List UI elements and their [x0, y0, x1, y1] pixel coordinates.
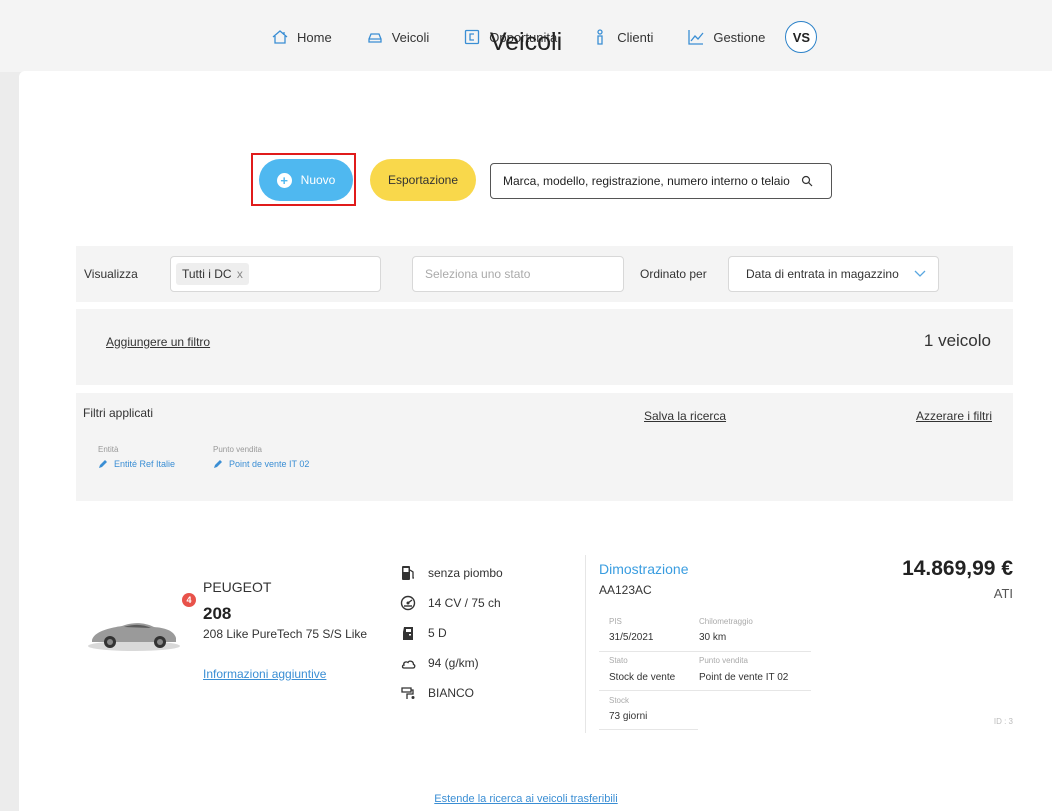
vehicle-id: ID : 3 [993, 717, 1013, 726]
detail-divider [599, 729, 698, 730]
spec-emissions-text: 94 (g/km) [428, 656, 479, 670]
view-chip: Tutti i DC x [176, 263, 249, 285]
detail-divider [599, 690, 811, 691]
add-filter-bar: Aggiungere un filtro 1 veicolo [76, 309, 1013, 385]
extend-search-link[interactable]: Estende la ricerca ai veicoli trasferibi… [0, 793, 1052, 805]
stock-value: 73 giorni [609, 711, 648, 722]
applied-filter-value[interactable]: Entité Ref Italie [98, 459, 175, 469]
sort-value: Data di entrata in magazzino [746, 267, 899, 281]
applied-filter-key: Entità [98, 445, 119, 454]
save-search-link[interactable]: Salva la ricerca [644, 409, 726, 423]
spec-emissions: 94 (g/km) [398, 655, 479, 671]
spec-doors-text: 5 D [428, 626, 447, 640]
applied-filter-key: Punto vendita [213, 445, 262, 454]
photo-count-badge: 4 [182, 593, 196, 607]
filter-bar: Visualizza Tutti i DC x Seleziona uno st… [76, 246, 1013, 302]
stato-label: Stato [609, 656, 628, 665]
spec-color: BIANCO [398, 685, 474, 701]
view-label: Visualizza [84, 267, 138, 281]
cloud-icon [398, 655, 418, 671]
spec-doors: 5 D [398, 625, 447, 641]
more-info-link[interactable]: Informazioni aggiuntive [203, 667, 326, 681]
vehicle-status: Dimostrazione [599, 561, 689, 577]
card-divider [585, 555, 586, 733]
stock-label: Stock [609, 696, 630, 705]
chevron-down-icon [914, 267, 926, 281]
pis-label: PIS [609, 617, 622, 626]
export-button[interactable]: Esportazione [370, 159, 476, 201]
vehicle-model[interactable]: 208 [203, 604, 231, 624]
search-input[interactable]: Marca, modello, registrazione, numero in… [490, 163, 832, 199]
chip-remove-icon[interactable]: x [237, 267, 243, 281]
applied-filter-value-text: Point de vente IT 02 [229, 459, 310, 469]
result-count: 1 veicolo [923, 331, 991, 350]
door-icon [398, 625, 418, 641]
paint-icon [398, 685, 418, 701]
spec-fuel: senza piombo [398, 565, 503, 581]
applied-filter-point-of-sale: Punto vendita Point de vente IT 02 [213, 445, 309, 469]
vehicle-brand: PEUGEOT [203, 579, 272, 595]
mileage-label: Chilometraggio [699, 617, 753, 626]
add-filter-link[interactable]: Aggiungere un filtro [106, 335, 210, 349]
engine-icon [398, 595, 418, 611]
applied-filters-title: Filtri applicati [83, 406, 154, 420]
applied-filter-value-text: Entité Ref Italie [114, 459, 176, 469]
sort-select[interactable]: Data di entrata in magazzino [728, 256, 939, 292]
status-select[interactable]: Seleziona uno stato [412, 256, 624, 292]
mileage-value: 30 km [699, 632, 727, 643]
highlight-box [251, 153, 356, 206]
detail-divider [599, 651, 811, 652]
reset-filters-link[interactable]: Azzerare i filtri [916, 409, 992, 423]
vehicle-price: 14.869,99 € [902, 557, 1013, 580]
status-placeholder: Seleziona uno stato [425, 267, 531, 281]
pencil-icon [214, 460, 222, 468]
vehicle-image[interactable] [78, 600, 190, 656]
stato-value: Stock de vente [609, 672, 676, 683]
vehicle-version: 208 Like PureTech 75 S/S Like [203, 627, 368, 641]
fuel-icon [398, 565, 418, 581]
view-chip-label: Tutti i DC [182, 267, 232, 281]
view-select[interactable]: Tutti i DC x [170, 256, 381, 292]
vehicle-plate: AA123AC [599, 583, 652, 597]
spec-fuel-text: senza piombo [428, 566, 503, 580]
applied-filters: Filtri applicati Salva la ricerca Azzera… [76, 393, 1013, 501]
point-of-sale-value: Point de vente IT 02 [699, 672, 789, 683]
applied-filter-value[interactable]: Point de vente IT 02 [213, 459, 309, 469]
pencil-icon [99, 460, 107, 468]
spec-color-text: BIANCO [428, 686, 475, 700]
search-icon[interactable] [801, 175, 821, 187]
spec-power: 14 CV / 75 ch [398, 595, 501, 611]
search-input-text: Marca, modello, registrazione, numero in… [503, 174, 790, 188]
page-title: Veicoli [489, 28, 563, 56]
applied-filter-entity: Entità Entité Ref Italie [98, 445, 175, 469]
point-of-sale-label: Punto vendita [699, 656, 748, 665]
sort-label: Ordinato per [640, 267, 707, 281]
pis-value: 31/5/2021 [609, 632, 654, 643]
spec-power-text: 14 CV / 75 ch [428, 596, 501, 610]
price-suffix: ATI [993, 586, 1013, 601]
